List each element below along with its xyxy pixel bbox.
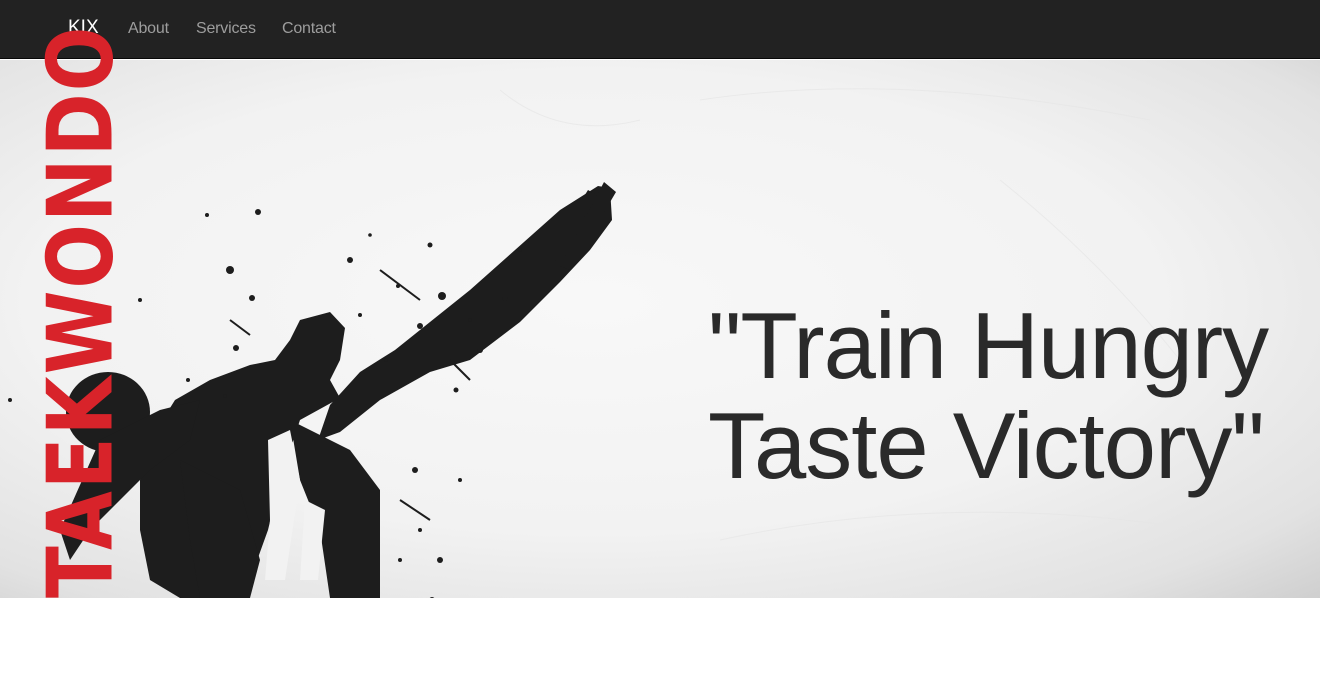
taekwondo-vertical-title: TAEKWONDO — [27, 24, 133, 598]
nav-link-about[interactable]: About — [128, 20, 169, 38]
nav-link-contact[interactable]: Contact — [282, 20, 336, 38]
hero-quote: "Train Hungry Taste Victory" — [708, 293, 1269, 498]
quote-line-1: "Train Hungry — [708, 293, 1269, 398]
nav-link-services[interactable]: Services — [196, 20, 256, 38]
top-navbar: KIX About Services Contact — [0, 0, 1320, 59]
quote-line-2: Taste Victory" — [708, 393, 1265, 498]
hero-banner: "Train Hungry Taste Victory" — [0, 60, 1320, 598]
page-content-area — [0, 598, 1320, 674]
